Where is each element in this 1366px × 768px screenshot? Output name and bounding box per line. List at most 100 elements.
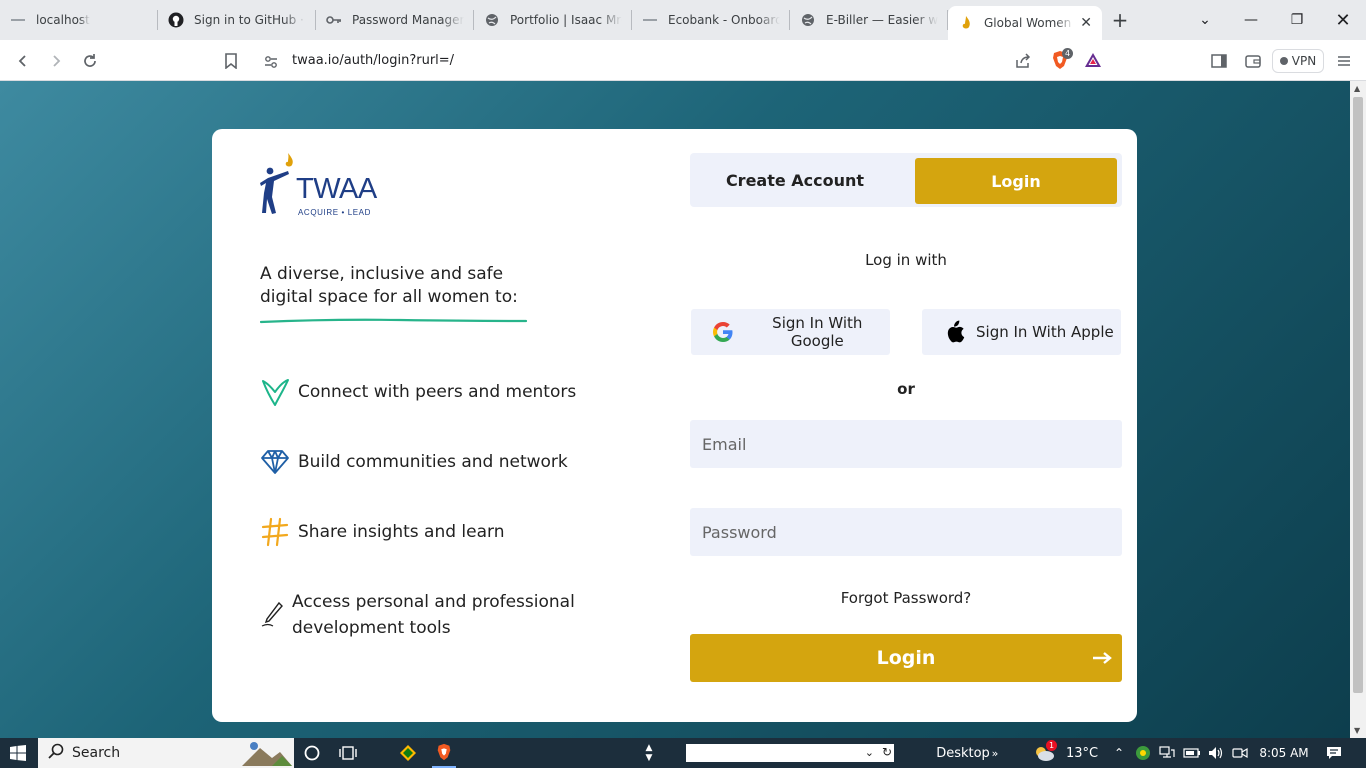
scroll-up-icon[interactable]: ▲	[1354, 84, 1360, 93]
feature-tools: Access personal and professional develop…	[260, 589, 592, 641]
vpn-button[interactable]: VPN	[1272, 49, 1324, 73]
browser-tab-password-manager[interactable]: Password Manager	[316, 0, 474, 40]
cortana-icon[interactable]	[300, 738, 324, 768]
browser-tab-ecobank[interactable]: Ecobank - Onboarding	[632, 0, 790, 40]
arrow-right-icon	[1092, 646, 1112, 670]
feature-communities: Build communities and network	[260, 447, 568, 477]
bookmark-icon[interactable]	[218, 48, 244, 74]
notifications-icon[interactable]	[1322, 738, 1346, 768]
globe-icon	[484, 12, 500, 28]
apple-label: Sign In With Apple	[976, 323, 1114, 341]
weather-badge: 1	[1046, 740, 1057, 751]
or-divider: or	[897, 380, 915, 398]
page-scrollbar[interactable]: ▲ ▼	[1350, 81, 1366, 738]
site-settings-icon[interactable]	[264, 54, 278, 73]
windows-start-icon[interactable]	[0, 738, 36, 768]
brave-taskbar-icon[interactable]	[432, 738, 456, 768]
scrollbar-thumb[interactable]	[1353, 97, 1363, 693]
show-hidden-icons[interactable]: ⌃	[1110, 738, 1128, 768]
browser-tab-localhost[interactable]: localhost	[0, 0, 158, 40]
close-tab-icon[interactable]: ✕	[1074, 15, 1092, 31]
taskbar-search-box[interactable]: Search	[38, 738, 294, 768]
login-submit-label: Login	[876, 647, 936, 669]
clock[interactable]: 8:05 AM	[1256, 738, 1312, 768]
battery-icon[interactable]	[1182, 738, 1202, 768]
volume-icon[interactable]	[1206, 738, 1226, 768]
weather-icon[interactable]: 1	[1032, 738, 1057, 768]
browser-tab-ebiller[interactable]: E-Biller — Easier way	[790, 0, 948, 40]
reload-icon[interactable]	[77, 48, 103, 74]
vpn-status-icon	[1279, 57, 1288, 65]
dash-icon	[642, 12, 658, 28]
globe-icon	[800, 12, 816, 28]
windows-taskbar: Search ▲ ▼ ⌄ ↻ Desktop » 1 13°C ⌃ 8:05 A…	[0, 738, 1366, 768]
brave-rewards-icon[interactable]	[1084, 52, 1102, 72]
tab-label: Ecobank - Onboarding	[668, 13, 780, 27]
feature-insights: Share insights and learn	[260, 517, 504, 547]
minimize-button[interactable]: —	[1228, 0, 1274, 40]
browser-tab-portfolio[interactable]: Portfolio | Isaac Mronzi	[474, 0, 632, 40]
url-text: twaa.io/auth/login?rurl=/	[292, 53, 455, 68]
chevron-right-icon[interactable]: »	[988, 738, 1002, 768]
tab-label: E-Biller — Easier way	[826, 13, 938, 27]
browser-tab-bar: localhost Sign in to GitHub · GitHub Pas…	[0, 0, 1366, 40]
app-icon[interactable]	[396, 738, 420, 768]
tab-label: Portfolio | Isaac Mronzi	[510, 13, 622, 27]
tray-app-icon[interactable]	[1134, 738, 1152, 768]
auth-mode-tabs: Create Account Login	[690, 153, 1122, 207]
headline-underline	[260, 318, 528, 324]
tab-label: Sign in to GitHub · GitHub	[194, 13, 306, 27]
new-tab-button[interactable]: +	[1102, 8, 1138, 32]
dash-icon	[10, 12, 26, 28]
tab-search-icon[interactable]: ⌄	[1182, 0, 1228, 40]
twaa-logo[interactable]: TWAA ACQUIRE • LEAD	[258, 153, 378, 217]
restore-button[interactable]: ❐	[1274, 0, 1320, 40]
password-field[interactable]	[690, 508, 1122, 556]
sidebar-icon[interactable]	[1206, 48, 1232, 74]
temperature: 13°C	[1065, 745, 1099, 761]
menu-icon[interactable]	[1331, 48, 1357, 74]
hashtag-icon	[260, 517, 290, 547]
login-with-label: Log in with	[865, 251, 947, 269]
github-icon	[168, 12, 184, 28]
apple-icon	[942, 320, 966, 344]
feature-label: Connect with peers and mentors	[298, 382, 577, 402]
wallet-icon[interactable]	[1240, 48, 1266, 74]
logo-wordmark: TWAA	[296, 173, 377, 205]
diamond-icon	[260, 447, 290, 477]
feature-label: Build communities and network	[298, 452, 568, 472]
back-icon[interactable]	[10, 48, 36, 74]
meet-now-icon[interactable]	[1230, 738, 1250, 768]
refresh-icon[interactable]: ↻	[882, 745, 892, 759]
apple-signin-button[interactable]: Sign In With Apple	[922, 309, 1121, 355]
forward-icon[interactable]	[43, 48, 69, 74]
browser-tab-github[interactable]: Sign in to GitHub · GitHub	[158, 0, 316, 40]
address-bar[interactable]: twaa.io/auth/login?rurl=/ 4	[254, 46, 1112, 76]
logo-figure-icon	[260, 153, 293, 214]
google-signin-button[interactable]: Sign In With Google	[691, 309, 890, 355]
task-view-icon[interactable]	[336, 738, 360, 768]
tab-label: localhost	[36, 13, 90, 27]
tab-label: Password Manager	[352, 13, 464, 27]
feature-label: Share insights and learn	[298, 522, 505, 542]
desktop-toolbar[interactable]: Desktop	[936, 738, 990, 768]
logo-tagline: ACQUIRE • LEAD	[298, 208, 371, 217]
feature-label: Access personal and professional develop…	[292, 592, 575, 638]
toolbar-scroll-icon[interactable]: ▲ ▼	[642, 738, 656, 768]
email-field[interactable]	[690, 420, 1122, 468]
network-icon[interactable]	[1158, 738, 1176, 768]
browser-toolbar: twaa.io/auth/login?rurl=/ 4 VPN	[0, 40, 1366, 81]
google-label: Sign In With Google	[772, 314, 863, 350]
google-icon	[711, 320, 735, 344]
tab-create-account[interactable]: Create Account	[690, 158, 900, 202]
browser-tab-twaa[interactable]: Global Women N ✕	[948, 6, 1102, 40]
close-window-button[interactable]: ✕	[1320, 0, 1366, 40]
desktop-label: Desktop	[936, 745, 990, 761]
tab-login[interactable]: Login	[915, 158, 1117, 204]
scroll-down-icon[interactable]: ▼	[1354, 726, 1360, 735]
login-submit-button[interactable]: Login	[690, 634, 1122, 682]
share-icon[interactable]	[1014, 52, 1032, 74]
page-background: TWAA ACQUIRE • LEAD A diverse, inclusive…	[0, 81, 1350, 738]
forgot-password-link[interactable]: Forgot Password?	[690, 589, 1122, 607]
taskbar-address-box[interactable]: ⌄ ↻	[686, 744, 894, 762]
